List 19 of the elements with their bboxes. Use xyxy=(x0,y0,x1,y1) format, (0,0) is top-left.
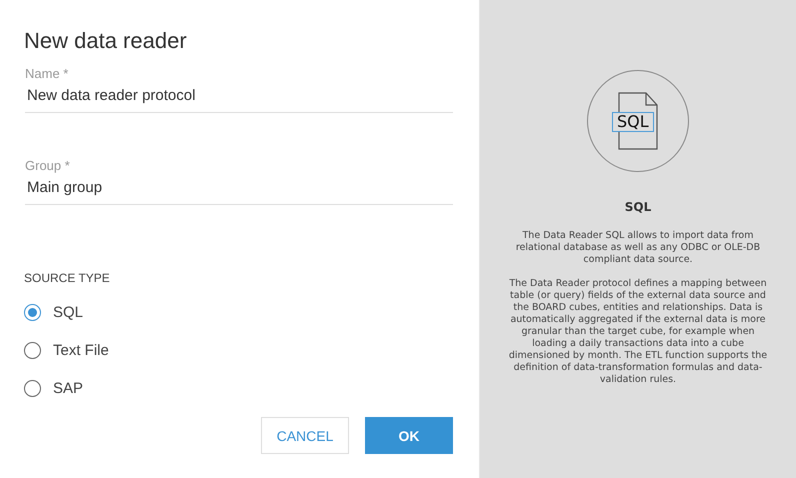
icon-label: SQL xyxy=(612,112,654,132)
section-label: SOURCE TYPE xyxy=(24,271,111,285)
radio-button[interactable] xyxy=(24,380,41,396)
field-input[interactable]: Main group xyxy=(25,173,453,204)
radio-option[interactable]: SQL xyxy=(24,293,84,331)
radio-option[interactable]: Text File xyxy=(24,331,109,369)
field-label: Group * xyxy=(25,158,71,173)
dialog-title: New data reader xyxy=(24,28,188,54)
description-text: The Data Reader protocol defines a mapping between table (or query) fields of the external data source and the BOARD cubes, entities and relationships. Data is automatically aggregated if the external data is more granular than the target cube, for example when loading a daily transactions data into a cube dimensioned by month. The ETL function supports the definition of data-transformation formulas and data-validation rules. xyxy=(508,278,768,386)
radio-option[interactable]: SAP xyxy=(24,369,84,407)
field-input[interactable]: New data reader protocol xyxy=(25,81,453,112)
info-title: SQL xyxy=(624,200,652,214)
document-icon xyxy=(618,92,658,150)
text-field[interactable]: Group * Main group xyxy=(25,158,453,205)
text-field[interactable]: Name * New data reader protocol xyxy=(25,66,453,113)
description-text: The Data Reader SQL allows to import data from relational database as well as any ODBC or OLE-DB compliant data source. xyxy=(514,230,762,266)
field-label: Name * xyxy=(25,66,70,81)
radio-button[interactable] xyxy=(24,342,41,358)
radio-button[interactable] xyxy=(24,304,41,320)
